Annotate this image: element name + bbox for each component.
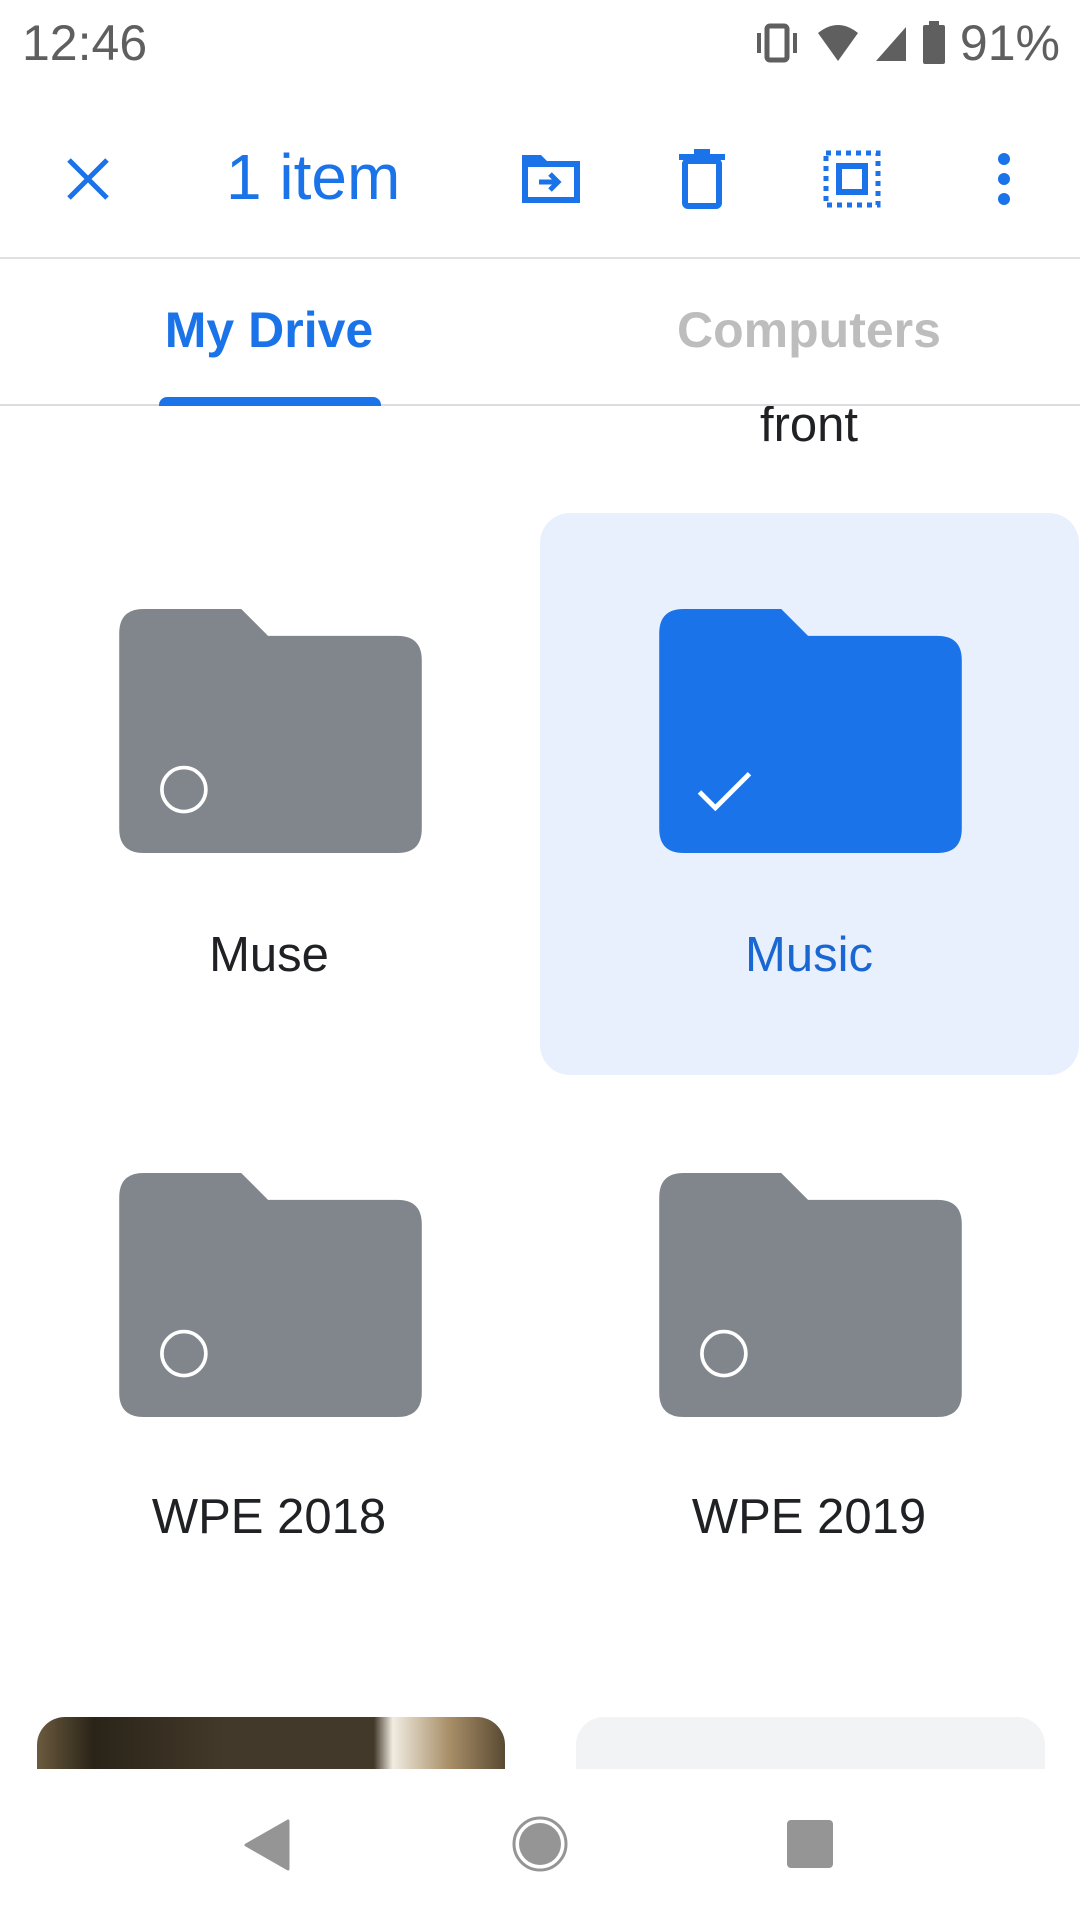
move-icon xyxy=(522,155,580,203)
folder-name: WPE 2019 xyxy=(691,1490,927,1544)
select-all-icon xyxy=(823,150,881,208)
move-button[interactable] xyxy=(516,144,586,214)
folder-name: WPE 2018 xyxy=(151,1490,387,1544)
file-thumbnail-image[interactable] xyxy=(37,1717,505,1769)
battery-percent: 91% xyxy=(959,15,1060,71)
more-vert-icon xyxy=(998,153,1010,205)
tab-computers[interactable]: Computers xyxy=(589,301,1029,359)
selection-toolbar: 1 item xyxy=(0,100,1080,259)
status-icons: 91% xyxy=(752,14,1060,72)
file-grid[interactable]: front Muse Music WPE 2018 WPE 2019 xyxy=(0,260,1080,1769)
active-tab-indicator xyxy=(159,397,381,406)
folder-icon xyxy=(659,1173,962,1417)
folder-item-wpe-2019[interactable]: WPE 2019 xyxy=(540,1075,1080,1637)
folder-item-muse[interactable]: Muse xyxy=(0,513,540,1075)
back-icon[interactable] xyxy=(244,1819,290,1871)
folder-icon-selected xyxy=(659,609,962,853)
wifi-icon xyxy=(817,25,858,61)
folder-icon xyxy=(119,609,422,853)
status-time: 12:46 xyxy=(22,15,148,71)
recents-icon[interactable] xyxy=(786,1819,834,1869)
system-nav-bar xyxy=(0,1769,1080,1920)
home-icon[interactable] xyxy=(511,1815,569,1873)
selection-count: 1 item xyxy=(226,141,401,213)
trash-icon xyxy=(679,149,725,209)
select-all-button[interactable] xyxy=(817,144,887,214)
close-button[interactable] xyxy=(53,144,123,214)
folder-item-music[interactable]: Music xyxy=(540,513,1080,1075)
battery-icon xyxy=(922,21,945,64)
vibrate-icon xyxy=(756,23,797,63)
folder-name: Music xyxy=(745,928,873,982)
folder-name: Muse xyxy=(209,928,329,982)
file-thumbnail-document[interactable] xyxy=(576,1717,1045,1769)
close-icon xyxy=(67,158,109,200)
folder-icon xyxy=(119,1173,422,1417)
more-options-button[interactable] xyxy=(969,144,1039,214)
signal-icon xyxy=(875,27,906,61)
folder-item-wpe-2018[interactable]: WPE 2018 xyxy=(0,1075,540,1637)
delete-button[interactable] xyxy=(667,144,737,214)
tab-my-drive[interactable]: My Drive xyxy=(49,301,489,359)
tab-bar: My Drive Computers xyxy=(0,259,1080,406)
